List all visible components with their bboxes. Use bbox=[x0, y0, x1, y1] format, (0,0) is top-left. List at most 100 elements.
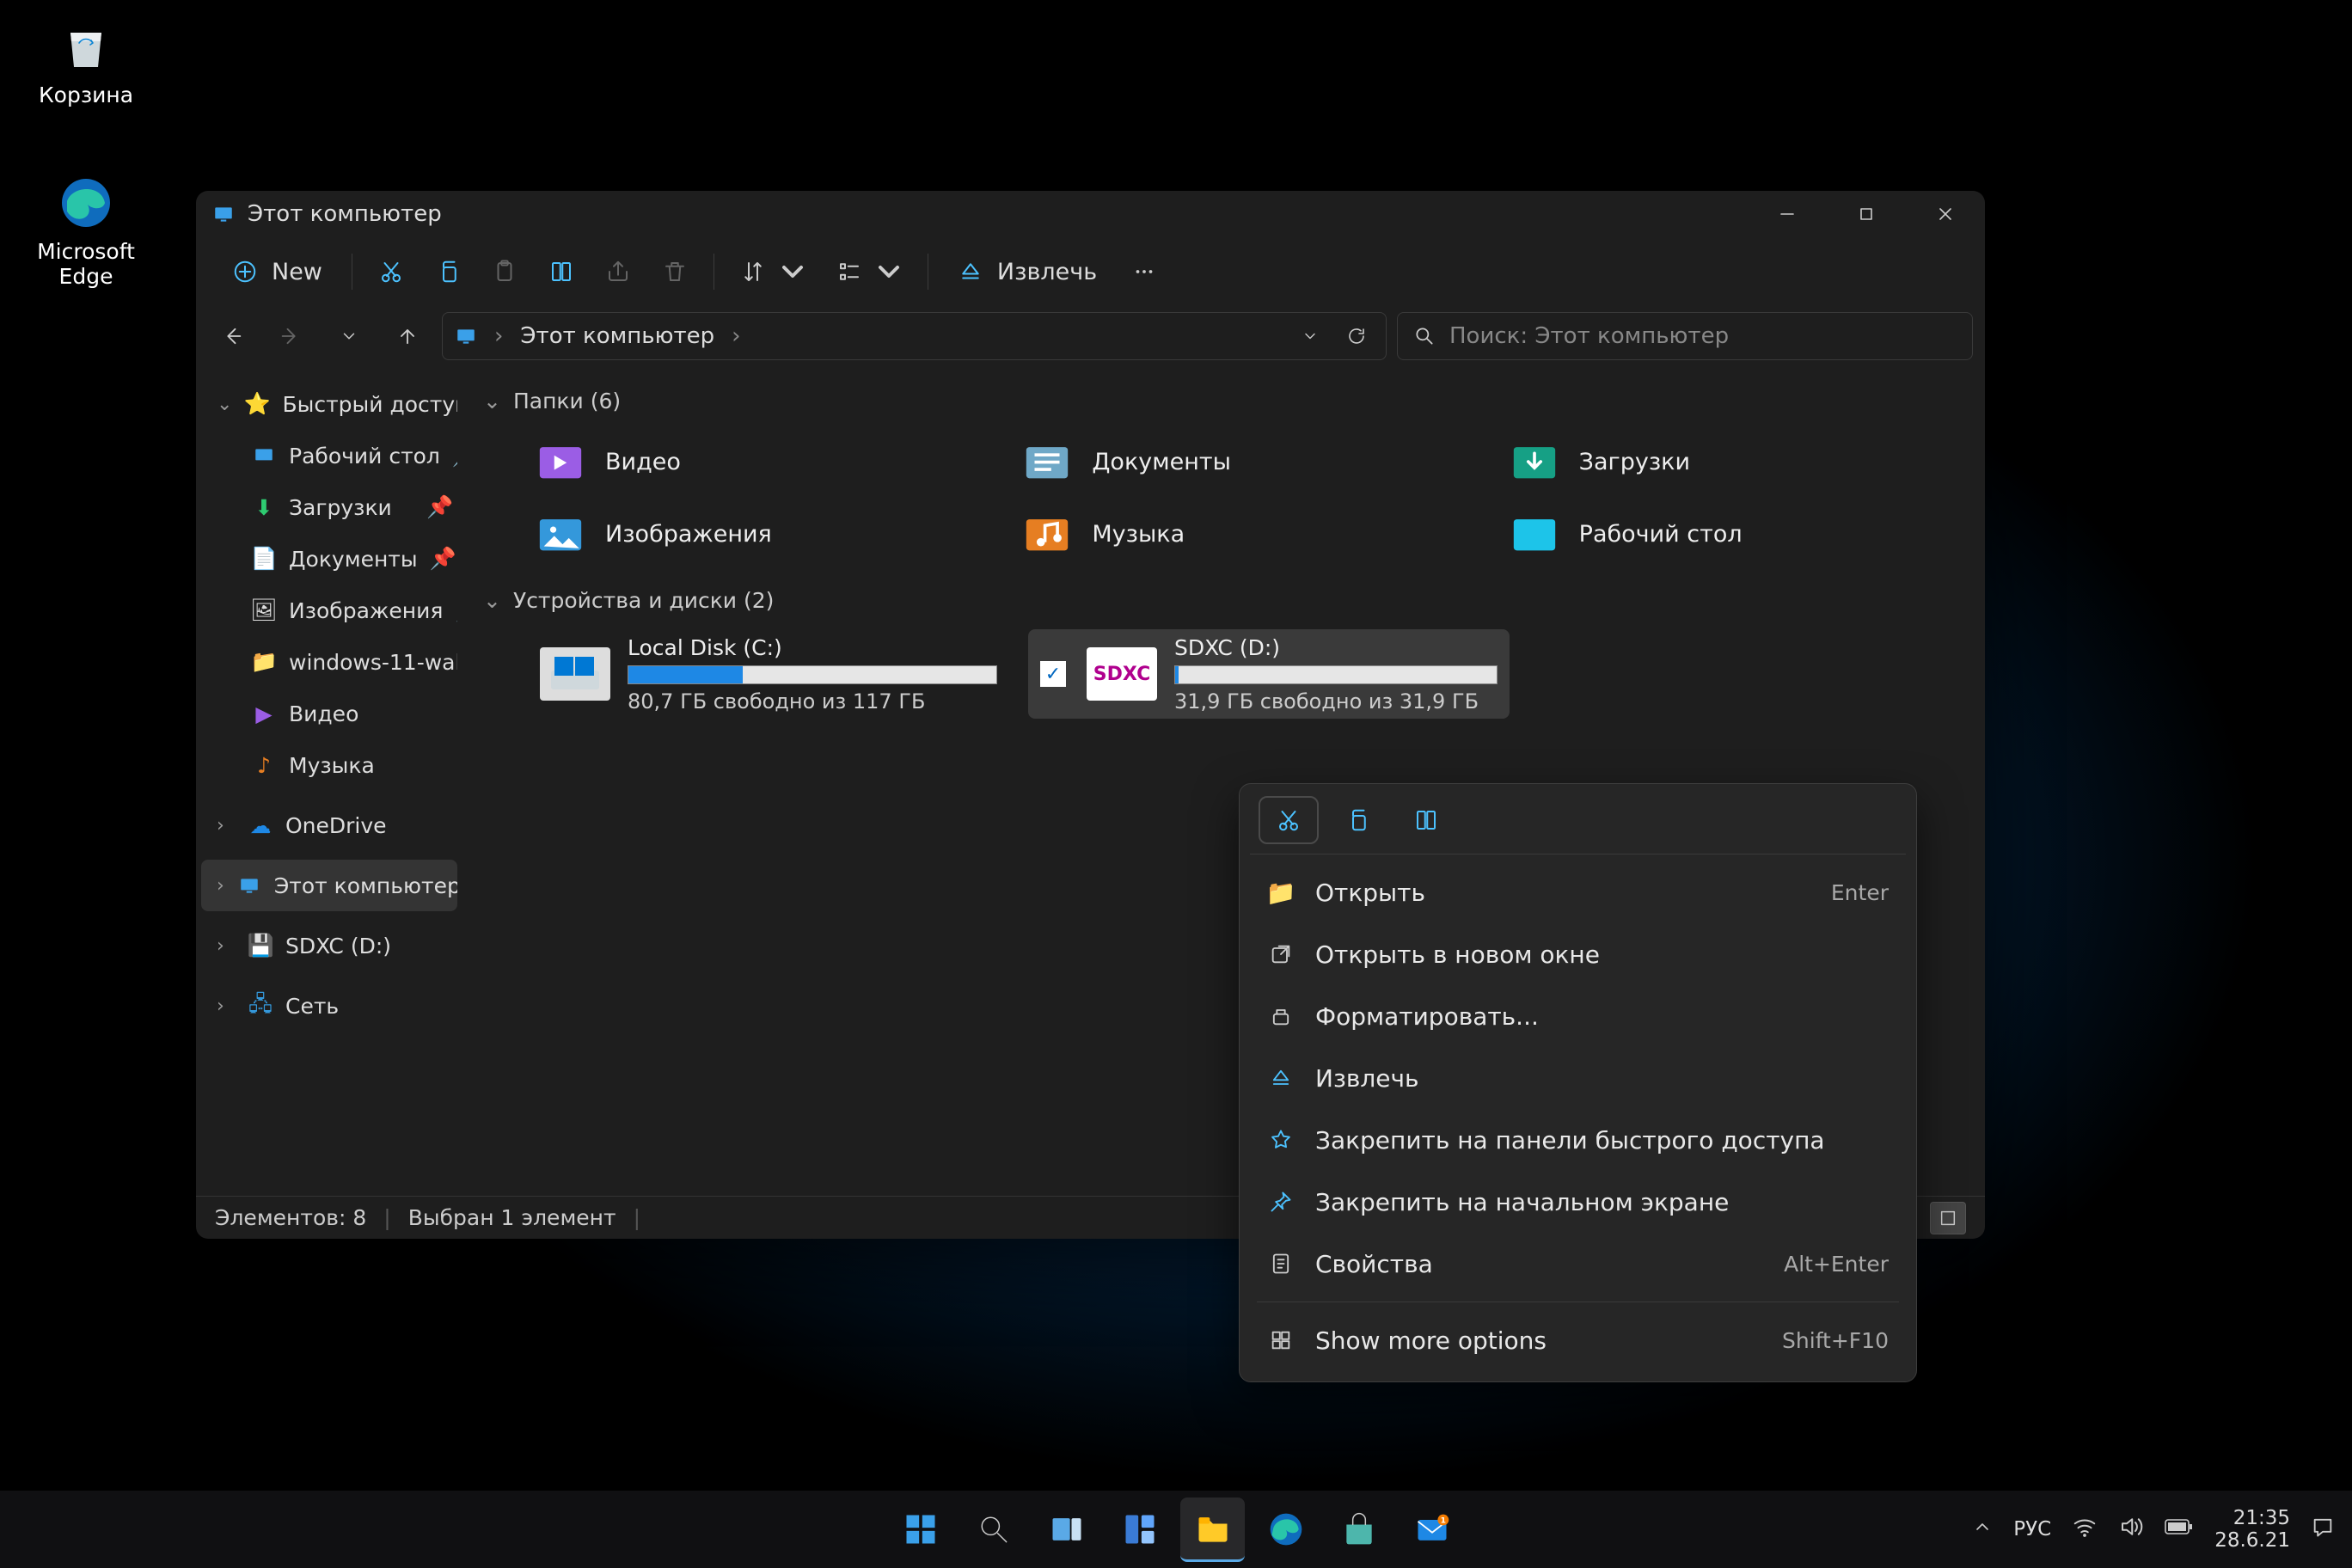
paste-button[interactable] bbox=[476, 247, 533, 297]
pin-icon: 📌 bbox=[452, 443, 457, 469]
rename-button[interactable] bbox=[533, 247, 590, 297]
nav-up-button[interactable] bbox=[383, 312, 432, 360]
view-button[interactable] bbox=[821, 247, 917, 297]
pin-icon: 📌 bbox=[426, 494, 449, 520]
folder-downloads[interactable]: Загрузки bbox=[1502, 430, 1971, 493]
volume-icon[interactable] bbox=[2118, 1514, 2144, 1545]
picture-icon: 🖼 bbox=[251, 597, 277, 623]
group-header-drives[interactable]: ⌄Устройства и диски (2) bbox=[483, 581, 1971, 619]
sidebar-item-wallpapers[interactable]: 📁windows-11-wallpa bbox=[201, 636, 457, 688]
cut-button[interactable] bbox=[363, 247, 420, 297]
search-button[interactable] bbox=[961, 1498, 1026, 1562]
folder-desktop[interactable]: Рабочий стол bbox=[1502, 502, 1971, 566]
ctx-copy-button[interactable] bbox=[1329, 798, 1386, 842]
ctx-item-open[interactable]: 📁ОткрытьEnter bbox=[1250, 861, 1906, 923]
taskbar-edge[interactable] bbox=[1253, 1498, 1318, 1562]
folder-icon bbox=[535, 508, 586, 560]
refresh-button[interactable] bbox=[1339, 319, 1374, 353]
delete-button[interactable] bbox=[646, 247, 703, 297]
taskbar-mail[interactable]: 1 bbox=[1400, 1498, 1464, 1562]
sidebar-sdxc[interactable]: ›💾SDXC (D:) bbox=[201, 920, 457, 971]
tray-chevron-icon[interactable] bbox=[1972, 1516, 1993, 1542]
checkbox-icon[interactable]: ✓ bbox=[1040, 661, 1066, 687]
sidebar-item-documents[interactable]: 📄Документы📌 bbox=[201, 533, 457, 585]
taskbar-explorer[interactable] bbox=[1180, 1498, 1245, 1562]
sidebar-onedrive[interactable]: ›☁OneDrive bbox=[201, 799, 457, 851]
ctx-item-properties[interactable]: СвойстваAlt+Enter bbox=[1250, 1233, 1906, 1295]
svg-text:1: 1 bbox=[1440, 1516, 1445, 1526]
desktop-icon-label: Microsoft Edge bbox=[26, 239, 146, 289]
ctx-item-show-more[interactable]: Show more optionsShift+F10 bbox=[1250, 1309, 1906, 1371]
desktop-icon-label: Корзина bbox=[39, 83, 133, 107]
titlebar[interactable]: Этот компьютер bbox=[196, 191, 1985, 237]
taskview-button[interactable] bbox=[1034, 1498, 1099, 1562]
copy-button[interactable] bbox=[420, 247, 476, 297]
sidebar-item-pictures[interactable]: 🖼Изображения📌 bbox=[201, 585, 457, 636]
sidebar-item-music[interactable]: ♪Музыка bbox=[201, 739, 457, 791]
eject-button[interactable]: Извлечь bbox=[939, 247, 1116, 297]
address-row: › Этот компьютер › Поиск: Этот компьютер bbox=[196, 306, 1985, 366]
more-button[interactable] bbox=[1116, 247, 1173, 297]
sidebar-item-downloads[interactable]: ⬇Загрузки📌 bbox=[201, 481, 457, 533]
sidebar-network[interactable]: ›🖧Сеть bbox=[201, 980, 457, 1032]
nav-forward-button[interactable] bbox=[266, 312, 315, 360]
pin-icon: 📌 bbox=[455, 597, 457, 623]
folder-music[interactable]: Музыка bbox=[1014, 502, 1484, 566]
folder-video[interactable]: Видео bbox=[528, 430, 997, 493]
folder-icon bbox=[535, 436, 586, 487]
drive-capacity-bar bbox=[628, 665, 997, 684]
sort-button[interactable] bbox=[725, 247, 821, 297]
notifications-icon[interactable] bbox=[2311, 1515, 2335, 1544]
sidebar-thispc[interactable]: ›Этот компьютер bbox=[201, 860, 457, 911]
drive-local-c[interactable]: Local Disk (C:) 80,7 ГБ свободно из 117 … bbox=[528, 629, 1009, 719]
battery-icon[interactable] bbox=[2165, 1517, 2194, 1541]
widgets-button[interactable] bbox=[1107, 1498, 1172, 1562]
music-icon: ♪ bbox=[251, 752, 277, 778]
ctx-item-open-new-window[interactable]: Открыть в новом окне bbox=[1250, 923, 1906, 985]
network-icon: 🖧 bbox=[248, 993, 273, 1019]
drive-sdxc-d[interactable]: ✓ SDXC SDXC (D:) 31,9 ГБ свободно из 31,… bbox=[1028, 629, 1510, 719]
thispc-icon bbox=[236, 873, 262, 898]
folder-icon bbox=[1509, 508, 1560, 560]
recycle-bin-icon bbox=[55, 15, 117, 77]
new-button[interactable]: New bbox=[213, 247, 341, 297]
folder-icon bbox=[1509, 436, 1560, 487]
wifi-icon[interactable] bbox=[2072, 1514, 2098, 1545]
pin-icon bbox=[1267, 1188, 1295, 1216]
folder-pictures[interactable]: Изображения bbox=[528, 502, 997, 566]
ctx-item-eject[interactable]: Извлечь bbox=[1250, 1047, 1906, 1109]
doc-icon: 📄 bbox=[251, 546, 277, 572]
group-header-folders[interactable]: ⌄Папки (6) bbox=[483, 382, 1971, 420]
sidebar: ⌄ ⭐ Быстрый доступ Рабочий стол📌 ⬇Загруз… bbox=[196, 366, 462, 1196]
view-thumbnails-button[interactable] bbox=[1930, 1202, 1966, 1234]
sidebar-item-desktop[interactable]: Рабочий стол📌 bbox=[201, 430, 457, 481]
maximize-button[interactable] bbox=[1827, 191, 1906, 237]
minimize-button[interactable] bbox=[1748, 191, 1827, 237]
star-icon bbox=[1267, 1126, 1295, 1154]
ctx-cut-button[interactable] bbox=[1260, 798, 1317, 842]
close-button[interactable] bbox=[1906, 191, 1985, 237]
sidebar-quick-access[interactable]: ⌄ ⭐ Быстрый доступ bbox=[201, 378, 457, 430]
desktop-icon-recycle-bin[interactable]: Корзина bbox=[26, 15, 146, 107]
edge-icon bbox=[55, 172, 117, 234]
nav-history-button[interactable] bbox=[325, 312, 373, 360]
system-tray[interactable]: РУС 21:35 28.6.21 bbox=[1972, 1507, 2335, 1553]
start-button[interactable] bbox=[888, 1498, 952, 1562]
address-bar[interactable]: › Этот компьютер › bbox=[442, 312, 1387, 360]
address-dropdown-button[interactable] bbox=[1293, 319, 1327, 353]
tray-clock[interactable]: 21:35 28.6.21 bbox=[2214, 1507, 2290, 1553]
drive-icon: SDXC bbox=[1087, 647, 1157, 701]
thispc-icon bbox=[455, 325, 477, 347]
ctx-item-format[interactable]: Форматировать... bbox=[1250, 985, 1906, 1047]
search-input[interactable]: Поиск: Этот компьютер bbox=[1397, 312, 1973, 360]
ctx-rename-button[interactable] bbox=[1398, 798, 1455, 842]
nav-back-button[interactable] bbox=[208, 312, 256, 360]
tray-lang[interactable]: РУС bbox=[2013, 1518, 2051, 1540]
sidebar-item-video[interactable]: ▶Видео bbox=[201, 688, 457, 739]
ctx-item-pin-quickaccess[interactable]: Закрепить на панели быстрого доступа bbox=[1250, 1109, 1906, 1171]
taskbar-store[interactable] bbox=[1326, 1498, 1391, 1562]
desktop-icon-edge[interactable]: Microsoft Edge bbox=[26, 172, 146, 289]
ctx-item-pin-start[interactable]: Закрепить на начальном экране bbox=[1250, 1171, 1906, 1233]
folder-documents[interactable]: Документы bbox=[1014, 430, 1484, 493]
share-button[interactable] bbox=[590, 247, 646, 297]
